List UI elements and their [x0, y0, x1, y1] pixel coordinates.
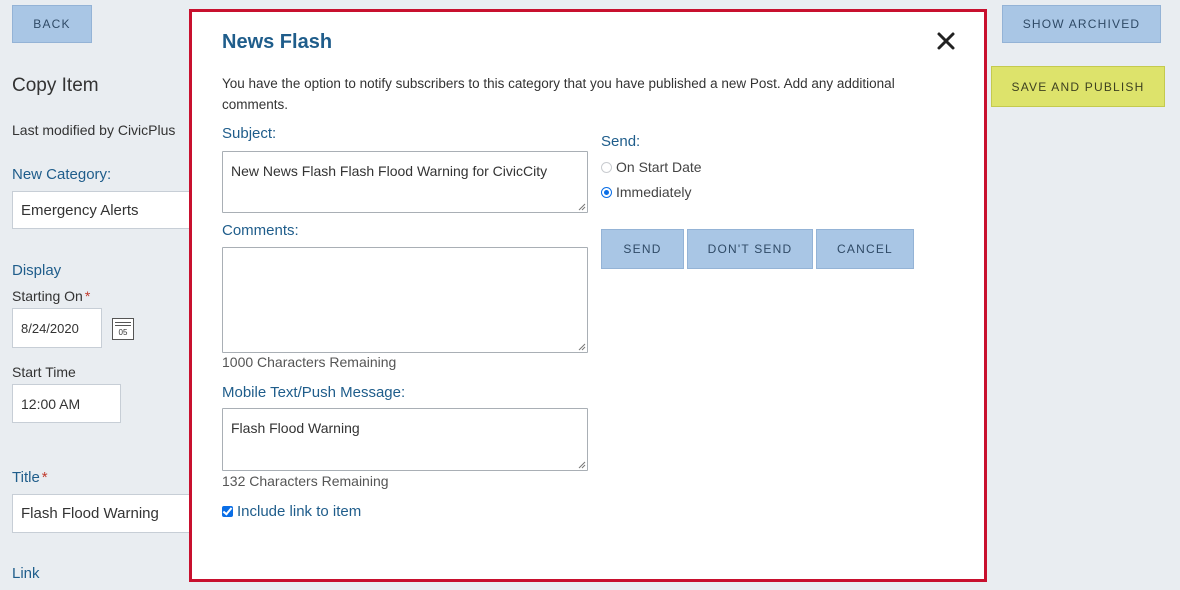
include-link-label: Include link to item — [237, 503, 362, 520]
send-button[interactable]: SEND — [601, 229, 684, 269]
subject-textarea[interactable]: New News Flash Flash Flood Warning for C… — [222, 151, 588, 213]
new-category-label: New Category: — [12, 166, 112, 183]
show-archived-button[interactable]: SHOW ARCHIVED — [1002, 5, 1161, 43]
calendar-icon[interactable]: 05 — [112, 318, 134, 340]
mobile-message-label: Mobile Text/Push Message: — [222, 384, 406, 401]
starting-on-label: Starting On * — [12, 288, 90, 304]
comments-textarea[interactable] — [222, 247, 588, 353]
save-and-publish-button[interactable]: SAVE AND PUBLISH — [991, 66, 1165, 107]
cancel-button[interactable]: CANCEL — [816, 229, 914, 269]
subject-label: Subject: — [222, 125, 277, 142]
link-label: Link — [12, 565, 40, 582]
news-flash-modal: News Flash You have the option to notify… — [189, 9, 987, 582]
calendar-day: 05 — [118, 328, 128, 337]
resize-grip-icon[interactable] — [577, 342, 586, 351]
new-category-select[interactable]: Emergency Alerts — [12, 191, 202, 229]
on-start-date-label: On Start Date — [616, 159, 702, 175]
title-label: Title * — [12, 469, 48, 486]
title-input[interactable]: Flash Flood Warning — [12, 494, 202, 533]
back-button[interactable]: BACK — [12, 5, 92, 43]
send-immediately-option[interactable]: Immediately — [601, 184, 691, 200]
mobile-message-value: Flash Flood Warning — [231, 420, 360, 436]
required-marker: * — [41, 469, 48, 486]
subject-value: New News Flash Flash Flood Warning for C… — [231, 163, 548, 179]
starting-on-input[interactable]: 8/24/2020 — [12, 308, 102, 348]
comments-characters-remaining: 1000 Characters Remaining — [222, 354, 397, 370]
resize-grip-icon[interactable] — [577, 460, 586, 469]
comments-label: Comments: — [222, 222, 299, 239]
send-label: Send: — [601, 133, 641, 150]
starting-on-label-text: Starting On — [12, 288, 83, 304]
start-time-label: Start Time — [12, 364, 76, 380]
dont-send-button[interactable]: DON'T SEND — [687, 229, 813, 269]
last-modified-text: Last modified by CivicPlus — [12, 122, 176, 138]
include-link-checkbox[interactable] — [222, 506, 233, 517]
on-start-date-radio[interactable] — [601, 161, 612, 173]
required-marker: * — [84, 288, 91, 304]
modal-title: News Flash — [222, 31, 333, 53]
mobile-characters-remaining: 132 Characters Remaining — [222, 473, 389, 489]
immediately-radio[interactable] — [601, 186, 612, 198]
start-time-input[interactable]: 12:00 AM — [12, 384, 121, 423]
include-link-option[interactable]: Include link to item — [222, 503, 361, 520]
close-icon[interactable] — [936, 31, 956, 51]
page-title: Copy Item — [12, 75, 99, 96]
send-on-start-date-option[interactable]: On Start Date — [601, 159, 702, 175]
title-label-text: Title — [12, 469, 40, 486]
immediately-label: Immediately — [616, 184, 692, 200]
display-section-label: Display — [12, 262, 62, 279]
modal-intro-text: You have the option to notify subscriber… — [222, 76, 895, 112]
resize-grip-icon[interactable] — [577, 202, 586, 211]
mobile-message-textarea[interactable]: Flash Flood Warning — [222, 408, 588, 471]
